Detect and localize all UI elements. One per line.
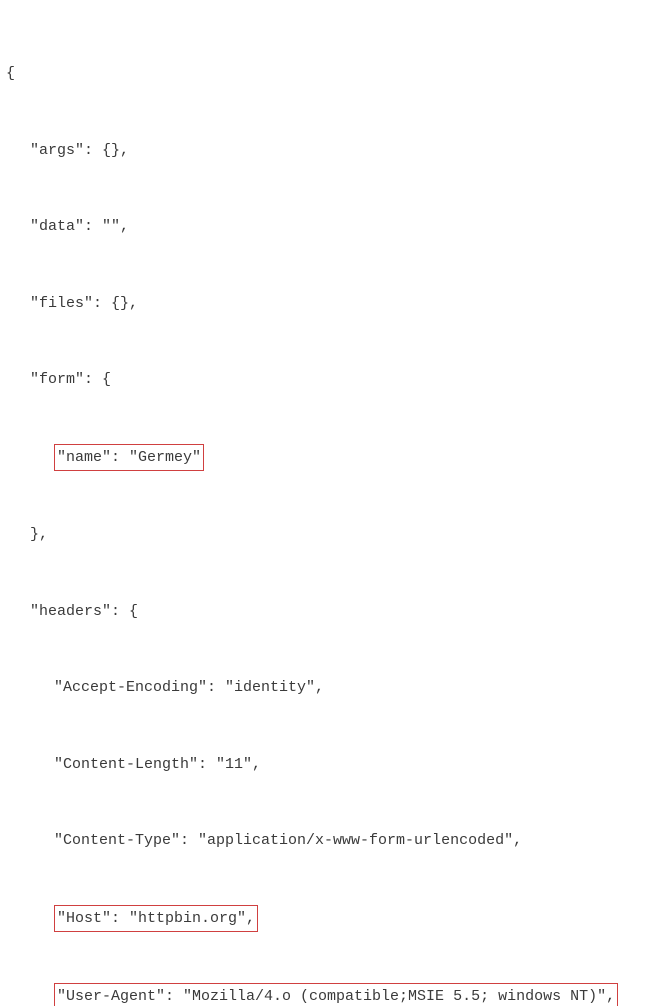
json-key-form-close: }, [6,522,665,548]
highlight-box-form-name: "name": "Germey" [54,444,204,472]
json-key-args: "args": {}, [6,138,665,164]
brace-open: { [6,61,665,87]
json-key-form-open: "form": { [6,367,665,393]
json-response-block: { "args": {}, "data": "", "files": {}, "… [6,10,665,1006]
json-key-files: "files": {}, [6,291,665,317]
json-key-headers-open: "headers": { [6,599,665,625]
json-header-host-line: "Host": "httpbin.org", [6,905,665,933]
highlight-box-host: "Host": "httpbin.org", [54,905,258,933]
json-key-data: "data": "", [6,214,665,240]
json-header-content-type: "Content-Type": "application/x-www-form-… [6,828,665,854]
json-key-form-name-line: "name": "Germey" [6,444,665,472]
json-header-accept-encoding: "Accept-Encoding": "identity", [6,675,665,701]
json-header-content-length: "Content-Length": "11", [6,752,665,778]
json-header-user-agent-line: "User-Agent": "Mozilla/4.o (compatible;M… [6,983,665,1006]
highlight-box-user-agent: "User-Agent": "Mozilla/4.o (compatible;M… [54,983,618,1006]
